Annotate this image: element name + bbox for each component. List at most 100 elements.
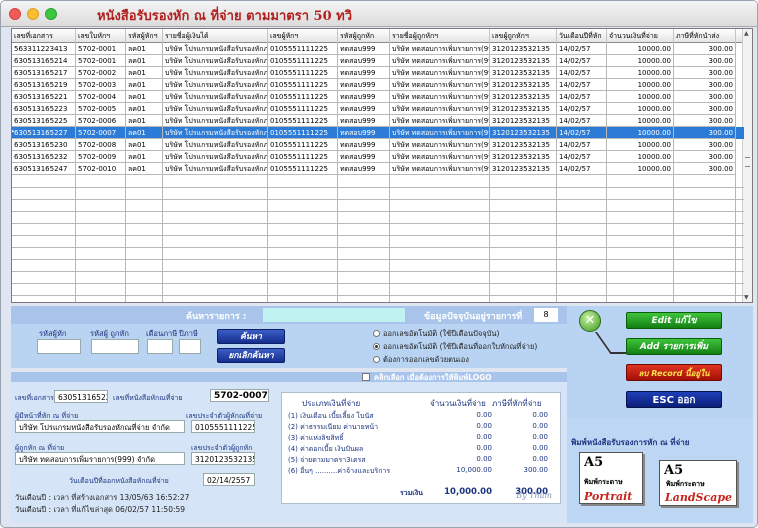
table-cell: 10000.00 — [607, 163, 674, 175]
table-cell: 14/02/57 — [557, 67, 607, 79]
table-row[interactable]: 630513165217 5702-0002 ลค01 บริษัท โปรแกรมห… — [12, 67, 744, 79]
income-item-tax: 300.00 — [523, 466, 549, 474]
table-cell: 5702-0008 — [76, 139, 126, 151]
table-cell: ลค01 — [126, 55, 163, 67]
table-cell: 10000.00 — [607, 115, 674, 127]
print-landscape-button[interactable]: A5 พิมพ์กระดาษ LandScape — [659, 460, 737, 506]
column-header[interactable]: เลขผู้หักฯ — [268, 29, 338, 43]
zoom-window-icon[interactable] — [45, 8, 57, 20]
table-row[interactable]: 630513165223 5702-0005 ลค01 บริษัท โปรแกรมห… — [12, 103, 744, 115]
table-cell: บริษัท ทดสอบการเพิ่มรายการ(999) — [390, 139, 490, 151]
table-row[interactable]: 630513165232 5702-0009 ลค01 บริษัท โปรแกรมห… — [12, 151, 744, 163]
table-cell: 0105551111225 — [268, 67, 338, 79]
table-cell: 14/02/57 — [557, 127, 607, 139]
esc-exit-button[interactable]: ESC ออก — [626, 391, 722, 408]
cancel-search-button[interactable]: ยกเลิกค้นหา — [217, 348, 285, 363]
payer-code-field[interactable] — [37, 339, 81, 354]
table-cell: 5702-0006 — [76, 115, 126, 127]
close-x-icon[interactable]: ✕ — [579, 310, 601, 332]
table-row[interactable]: 563311223413 5702-0001 ลค01 บริษัท โปรแกรมห… — [12, 43, 744, 55]
delete-record-button[interactable]: ลบ Record นี้อยู่ใน — [626, 364, 722, 381]
grid-header: เลขที่เอกสาร เลขใบหักฯ รหัสผู้หักฯ รายชื่อผ… — [12, 29, 752, 43]
table-cell: ลค01 — [126, 67, 163, 79]
table-cell: 630513165221 — [12, 91, 76, 103]
table-cell: บริษัท ทดสอบการเพิ่มรายการ(999) — [390, 103, 490, 115]
table-row[interactable]: 630513165230 5702-0008 ลค01 บริษัท โปรแกรมห… — [12, 139, 744, 151]
radio-dot-icon — [373, 356, 380, 363]
edit-button[interactable]: Edit แก้ไข — [626, 312, 722, 329]
detail-panel: เลขที่เอกสาร 630513165227 เลขที่หนังสือห… — [11, 382, 567, 523]
column-header[interactable]: รหัสผู้หักฯ — [126, 29, 163, 43]
radio-dot-icon — [373, 343, 380, 350]
table-row[interactable]: 630513165227 5702-0007 ลค01 บริษัท โปรแกรมห… — [12, 127, 744, 139]
table-cell: ทดสอบ999 — [338, 139, 390, 151]
column-header[interactable]: เลขใบหักฯ — [76, 29, 126, 43]
app-window: หนังสือรับรองหัก ณ ที่จ่าย ตามมาตรา 50 ท… — [0, 0, 758, 528]
payer-tax-field[interactable]: 0105551111225 — [191, 420, 255, 433]
scroll-grip-icon[interactable] — [745, 157, 750, 167]
table-cell: 3120123532135 — [490, 127, 557, 139]
income-item-amount: 0.00 — [476, 433, 492, 441]
issue-date-field[interactable]: 02/14/2557 — [203, 473, 255, 486]
scroll-down-icon[interactable]: ▼ — [744, 294, 749, 301]
table-cell: 3120123532135 — [490, 55, 557, 67]
grid-line — [12, 247, 744, 248]
table-cell: ทดสอบ999 — [338, 91, 390, 103]
table-cell: บริษัท ทดสอบการเพิ่มรายการ(999) — [390, 43, 490, 55]
table-cell: 300.00 — [674, 91, 736, 103]
tax-month-field[interactable] — [147, 339, 173, 354]
column-header[interactable]: จำนวนเงินที่จ่าย — [607, 29, 674, 43]
income-item-label: (4) ค่าดอกเบี้ย เงินปันผล — [288, 445, 364, 453]
payee-tax-field[interactable]: 3120123532135 — [191, 452, 255, 465]
payer-name-field[interactable]: บริษัท โปรแกรมหนังสือรับรองหักณที่จ่าย จ… — [15, 420, 185, 433]
column-header[interactable]: รายชื่อผู้ถูกหักฯ — [390, 29, 490, 43]
table-row[interactable]: 630513165214 5702-0001 ลค01 บริษัท โปรแกรมห… — [12, 55, 744, 67]
column-header[interactable]: วันเดือนปีที่หัก — [557, 29, 607, 43]
minimize-window-icon[interactable] — [27, 8, 39, 20]
print-logo-checkbox[interactable] — [362, 373, 370, 381]
payee-name-field[interactable]: บริษัท ทดสอบการเพิ่มรายการ(999) จำกัด — [15, 452, 185, 465]
income-item-tax: 0.00 — [532, 422, 548, 430]
income-item-amount: 0.00 — [476, 422, 492, 430]
table-cell: ทดสอบ999 — [338, 67, 390, 79]
table-cell: บริษัท ทดสอบการเพิ่มรายการ(999) — [390, 163, 490, 175]
column-header[interactable]: รายชื่อผู้เงินได้ — [163, 29, 268, 43]
table-row[interactable]: 630513165219 5702-0003 ลค01 บริษัท โปรแกรมห… — [12, 79, 744, 91]
table-cell: 0105551111225 — [268, 163, 338, 175]
table-cell: 630513165214 — [12, 55, 76, 67]
print-portrait-button[interactable]: A5 พิมพ์กระดาษ Portrait — [579, 452, 643, 504]
radio-auto-current[interactable]: ออกเลขอัตโนมัติ (ใช้ปีเดือนปัจจุบัน) — [373, 328, 499, 340]
table-cell: 10000.00 — [607, 43, 674, 55]
table-cell: ลค01 — [126, 163, 163, 175]
payee-code-field[interactable] — [91, 339, 139, 354]
close-window-icon[interactable] — [9, 8, 21, 20]
table-row[interactable]: 630513165221 5702-0004 ลค01 บริษัท โปรแกรมห… — [12, 91, 744, 103]
table-row[interactable]: 630513165225 5702-0006 ลค01 บริษัท โปรแกรมห… — [12, 115, 744, 127]
table-row[interactable]: 630513165247 5702-0010 ลค01 บริษัท โปรแกรมห… — [12, 163, 744, 175]
column-header[interactable]: เลขที่เอกสาร — [12, 29, 76, 43]
table-cell: 300.00 — [674, 55, 736, 67]
radio-manual[interactable]: ต้องการออกเลขด้วยตนเอง — [373, 354, 469, 366]
column-header[interactable]: ภาษีที่หักนำส่ง — [674, 29, 736, 43]
scroll-up-icon[interactable]: ▲ — [744, 30, 749, 37]
doc-no-field[interactable]: 630513165227 — [54, 390, 108, 403]
table-cell: ลค01 — [126, 127, 163, 139]
column-header[interactable]: เลขผู้ถูกหักฯ — [490, 29, 557, 43]
total-label: รวมเงิน — [400, 489, 423, 497]
tax-year-field[interactable] — [179, 339, 201, 354]
radio-auto-cert-month[interactable]: ออกเลขอัตโนมัติ (ใช้ปีเดือนที่ออกใบหักณท… — [373, 341, 537, 353]
add-button[interactable]: Add รายการเพิ่ม — [626, 338, 722, 355]
grid-line — [12, 187, 744, 188]
table-cell: บริษัท โปรแกรมหนังสือรับรองหักภาษี — [163, 115, 268, 127]
search-button[interactable]: ค้นหา — [217, 329, 285, 344]
table-cell: 10000.00 — [607, 103, 674, 115]
grid-line — [12, 199, 744, 200]
created-timestamp: วันเดือนปี : เวลา ที่สร้างเอกสาร 13/05/6… — [15, 493, 190, 502]
search-input[interactable] — [263, 308, 405, 322]
cert-no-field[interactable]: 5702-0007 — [210, 389, 269, 402]
table-cell: 5702-0003 — [76, 79, 126, 91]
grid-line — [489, 175, 490, 302]
table-cell: บริษัท ทดสอบการเพิ่มรายการ(999) — [390, 127, 490, 139]
column-header[interactable]: รหัสผู้ถูกหัก — [338, 29, 390, 43]
records-grid[interactable]: เลขที่เอกสาร เลขใบหักฯ รหัสผู้หักฯ รายชื่อผ… — [11, 28, 753, 303]
